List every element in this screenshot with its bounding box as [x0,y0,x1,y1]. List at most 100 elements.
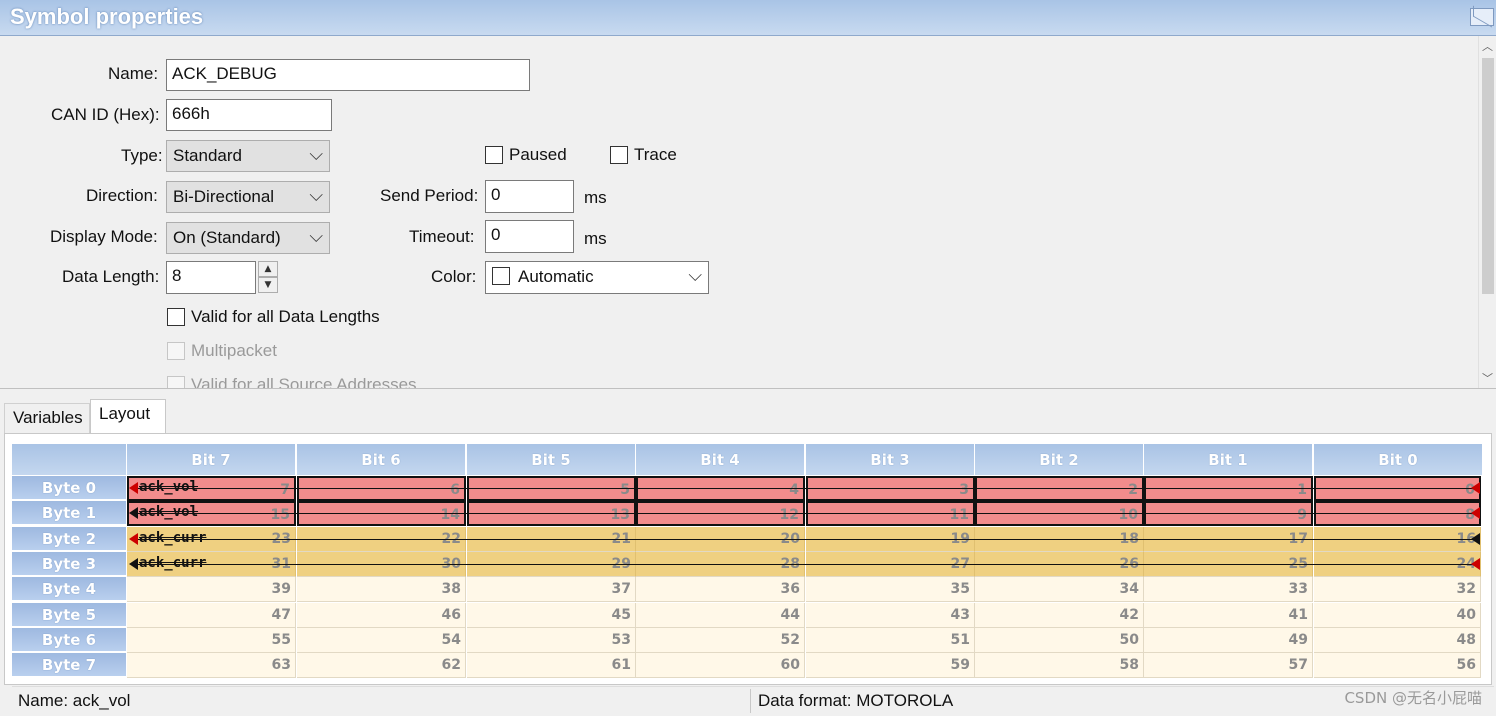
signal-start-arrow-icon [129,507,138,520]
scrollbar-thumb[interactable] [1482,58,1494,294]
bit-header: Bit 4 [636,444,805,475]
color-swatch [492,267,510,285]
timeout-input[interactable]: 0 [485,220,574,253]
stepper-down-icon[interactable]: ▼ [258,277,278,293]
title-bar: Symbol properties [0,0,1496,36]
mail-icon[interactable] [1470,8,1494,26]
name-label: Name: [108,64,159,83]
bit-header: Bit 6 [297,444,466,475]
byte-header: Byte 2 [12,526,126,551]
chevron-down-icon: ⌵ [688,265,702,285]
bit-cell[interactable]: 62 [297,653,466,679]
bit-cell[interactable]: 35 [806,577,975,603]
tab-layout[interactable]: Layout [90,399,166,433]
timeout-unit: ms [584,229,607,248]
bit-cell[interactable]: 34 [975,577,1144,603]
bit-cell[interactable]: 46 [297,602,466,628]
signal-label: ack_curr [139,554,207,571]
direction-select[interactable]: Bi-Directional ⌵ [166,181,330,213]
data-length-label: Data Length: [62,267,160,286]
paused-checkbox[interactable] [485,146,503,164]
bit-cell[interactable]: 42 [975,602,1144,628]
bit-cell[interactable]: 43 [806,602,975,628]
bit-cell[interactable]: 32 [1314,577,1481,603]
byte-header: Byte 1 [12,501,126,526]
signal-end-arrow-icon [1471,532,1480,545]
color-value: Automatic [518,267,594,286]
bit-cell[interactable]: 47 [127,602,296,628]
display-mode-select[interactable]: On (Standard) ⌵ [166,222,330,254]
bit-cell[interactable]: 44 [636,602,805,628]
data-length-input[interactable]: 8 [166,261,256,294]
bit-cell[interactable]: 57 [1144,653,1313,679]
color-label: Color: [431,267,477,286]
bit-cell[interactable]: 56 [1314,653,1481,679]
valid-all-sources-label: Valid for all Source Addresses [191,375,417,388]
bit-header: Bit 2 [975,444,1144,475]
signal-start-arrow-icon [129,557,138,570]
valid-all-sources-checkbox[interactable] [167,376,185,388]
bit-cell[interactable]: 49 [1144,627,1313,653]
bit-header: Bit 3 [806,444,975,475]
bit-cell[interactable]: 55 [127,627,296,653]
canid-input[interactable]: 666h [166,99,332,131]
bit-header: Bit 7 [127,444,296,475]
status-separator [750,689,751,713]
bit-cell[interactable]: 61 [467,653,636,679]
signal-label: ack_vol [139,479,199,495]
multipacket-checkbox[interactable] [167,342,185,360]
scroll-up-icon[interactable]: ︿ [1482,38,1493,54]
bit-cell[interactable]: 40 [1314,602,1481,628]
signal-end-arrow-icon [1471,482,1480,494]
signal-line [133,488,1479,489]
bit-cell[interactable]: 41 [1144,602,1313,628]
signal-line [133,563,1479,565]
watermark: CSDN @无名小屁喵 [1344,689,1482,707]
bit-cell[interactable]: 63 [127,653,296,679]
display-mode-value: On (Standard) [173,228,281,247]
bit-cell[interactable]: 38 [297,577,466,603]
status-bar: Name: ack_vol Data format: MOTOROLA [12,686,1494,714]
stepper-up-icon[interactable]: ▲ [258,261,278,277]
type-label: Type: [121,146,163,165]
send-period-label: Send Period: [380,186,479,205]
signal-start-arrow-icon [129,532,138,545]
valid-all-lengths-checkbox[interactable] [167,308,185,326]
trace-checkbox[interactable] [610,146,628,164]
bit-cell[interactable]: 54 [297,627,466,653]
signal-label: ack_vol [139,504,199,521]
bit-cell[interactable]: 45 [467,602,636,628]
bit-cell[interactable]: 33 [1144,577,1313,603]
byte-header: Byte 6 [12,627,126,652]
byte-header: Byte 3 [12,551,126,576]
paused-label: Paused [509,145,567,164]
multipacket-label: Multipacket [191,341,277,360]
bit-cell[interactable]: 50 [975,627,1144,653]
bit-cell[interactable]: 48 [1314,627,1481,653]
splitter[interactable] [0,388,1496,396]
bit-cell[interactable]: 36 [636,577,805,603]
name-input[interactable]: ACK_DEBUG [166,59,530,91]
bit-cell[interactable]: 39 [127,577,296,603]
valid-all-lengths-label: Valid for all Data Lengths [191,307,380,326]
color-select[interactable]: Automatic ⌵ [485,261,709,294]
signal-end-arrow-icon [1471,557,1480,570]
bit-cell[interactable]: 37 [467,577,636,603]
data-length-stepper[interactable]: ▲ ▼ [258,261,278,293]
bit-cell[interactable]: 52 [636,627,805,653]
signal-line [133,538,1479,540]
type-select[interactable]: Standard ⌵ [166,140,330,172]
tab-variables[interactable]: Variables [4,403,90,433]
bit-header: Bit 0 [1314,444,1483,475]
byte-header: Byte 0 [12,476,126,500]
scroll-down-icon[interactable]: ﹀ [1482,370,1493,386]
bit-cell[interactable]: 58 [975,653,1144,679]
bit-cell[interactable]: 60 [636,653,805,679]
bit-cell[interactable]: 59 [806,653,975,679]
window-title: Symbol properties [10,4,204,29]
bit-cell[interactable]: 51 [806,627,975,653]
bit-cell[interactable]: 53 [467,627,636,653]
bit-header: Bit 1 [1144,444,1313,475]
send-period-input[interactable]: 0 [485,180,574,213]
properties-scrollbar[interactable]: ︿ ﹀ [1478,36,1496,388]
